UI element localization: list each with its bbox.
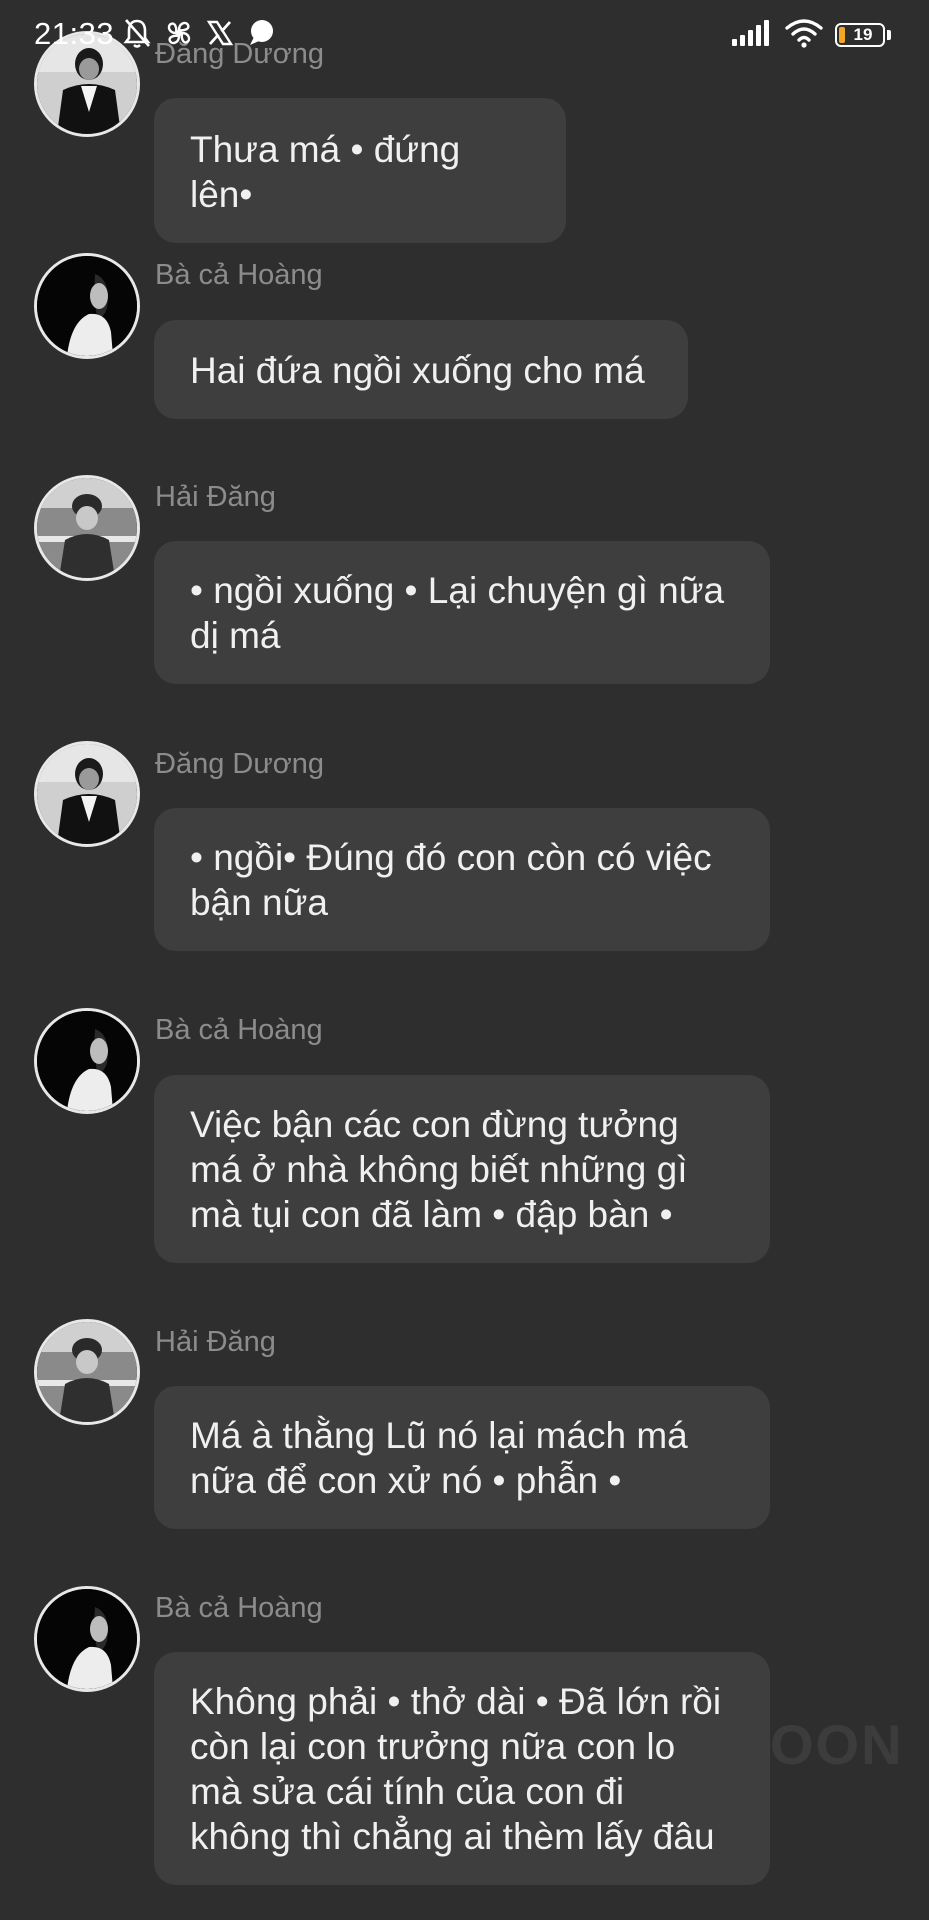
message-bubble: Hai đứa ngồi xuống cho má: [154, 320, 688, 419]
status-bar: 21:33 19: [0, 0, 929, 68]
wifi-icon: [785, 18, 823, 53]
status-system-icons: 19: [731, 18, 891, 52]
message-bubble: Việc bận các con đừng tưởng má ở nhà khô…: [154, 1075, 770, 1263]
sender-name: Hải Đăng: [155, 1326, 276, 1358]
chat-bubble-icon: [246, 18, 276, 48]
message-bubble: • ngồi xuống • Lại chuyện gì nữa dị má: [154, 541, 770, 684]
message-bubble: Không phải • thở dài • Đã lớn rồi còn lạ…: [154, 1652, 770, 1885]
battery-icon: 19: [835, 23, 891, 47]
avatar-hai-dang[interactable]: [34, 475, 140, 581]
notifications-off-icon: [122, 17, 152, 49]
message-bubble: • ngồi• Đúng đó con còn có việc bận nữa: [154, 808, 770, 951]
x-logo-icon: [206, 19, 234, 47]
status-notification-icons: [122, 16, 276, 50]
sender-name: Bà cả Hoàng: [155, 1014, 323, 1046]
avatar-ba-ca-hoang[interactable]: [34, 1008, 140, 1114]
sender-name: Hải Đăng: [155, 481, 276, 513]
pinwheel-icon: [164, 18, 194, 48]
signal-icon: [731, 19, 773, 52]
avatar-ba-ca-hoang[interactable]: [34, 253, 140, 359]
watermark: OON: [770, 1713, 904, 1776]
sender-name: Bà cả Hoàng: [155, 1592, 323, 1624]
sender-name: Đăng Dương: [155, 748, 325, 780]
avatar-ba-ca-hoang[interactable]: [34, 1586, 140, 1692]
avatar-hai-dang[interactable]: [34, 1319, 140, 1425]
message-bubble: Thưa má • đứng lên•: [154, 98, 566, 243]
status-time: 21:33: [34, 16, 115, 51]
battery-level: 19: [853, 25, 873, 44]
sender-name: Bà cả Hoàng: [155, 259, 323, 291]
message-bubble: Má à thằng Lũ nó lại mách má nữa để con …: [154, 1386, 770, 1529]
avatar-dang-duong[interactable]: [34, 741, 140, 847]
